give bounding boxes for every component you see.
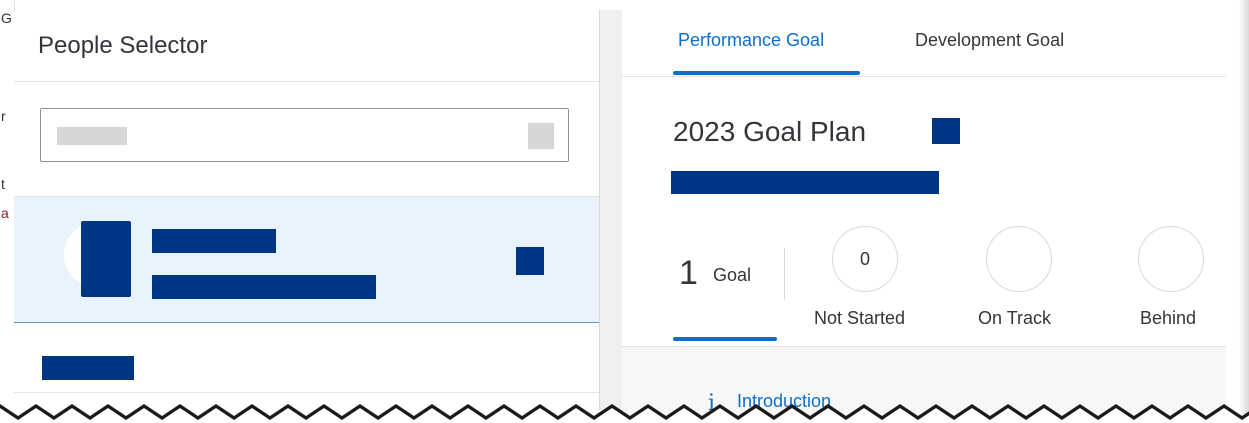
stat-circle [986,226,1052,292]
background-char: t [1,176,5,192]
background-char: a [1,205,9,221]
active-tab-indicator [673,71,860,75]
frame-shadow [1239,0,1249,423]
divider [14,81,599,82]
people-selector-panel: People Selector [14,10,600,410]
goal-count-label: Goal [713,265,752,285]
people-search-input[interactable] [40,108,569,162]
search-icon[interactable] [528,123,554,149]
stat-label: Not Started [814,308,906,328]
stat-label: Behind [1140,308,1197,328]
background-char: r [1,108,6,124]
divider [14,392,599,393]
tab-development-goal[interactable]: Development Goal [915,30,1064,51]
stat-circle: 0 [832,226,898,292]
stats-divider [784,248,785,300]
torn-edge-decoration [0,404,1249,423]
selected-person-row[interactable] [14,197,599,323]
avatar-redacted [81,221,131,297]
list-item-redacted[interactable] [42,356,134,380]
plan-subtitle-redacted [671,171,939,194]
goal-stats: 1 Goal 0 Not Started On Track Behind [622,222,1226,342]
goal-panel: Performance Goal Development Goal 2023 G… [622,10,1226,417]
background-page-strip: G r t a [0,0,15,410]
stat-circle [1138,226,1204,292]
goal-count[interactable]: 1 [679,254,698,293]
background-char: G [1,10,12,26]
screenshot-frame: G r t a People Selector Performance Goal… [0,0,1249,423]
goal-count-indicator [673,337,777,341]
tab-performance-goal[interactable]: Performance Goal [678,30,824,51]
stat-label: On Track [978,308,1052,328]
plan-badge-redacted [932,118,960,144]
people-selector-title: People Selector [38,32,208,59]
goal-tabs: Performance Goal Development Goal [622,10,1226,77]
goal-plan-title: 2023 Goal Plan [673,116,867,147]
person-name-redacted [152,229,276,253]
person-title-redacted [152,275,376,299]
search-placeholder-redacted [57,127,127,145]
selection-indicator-redacted [516,247,544,275]
panel-gap [600,10,622,410]
